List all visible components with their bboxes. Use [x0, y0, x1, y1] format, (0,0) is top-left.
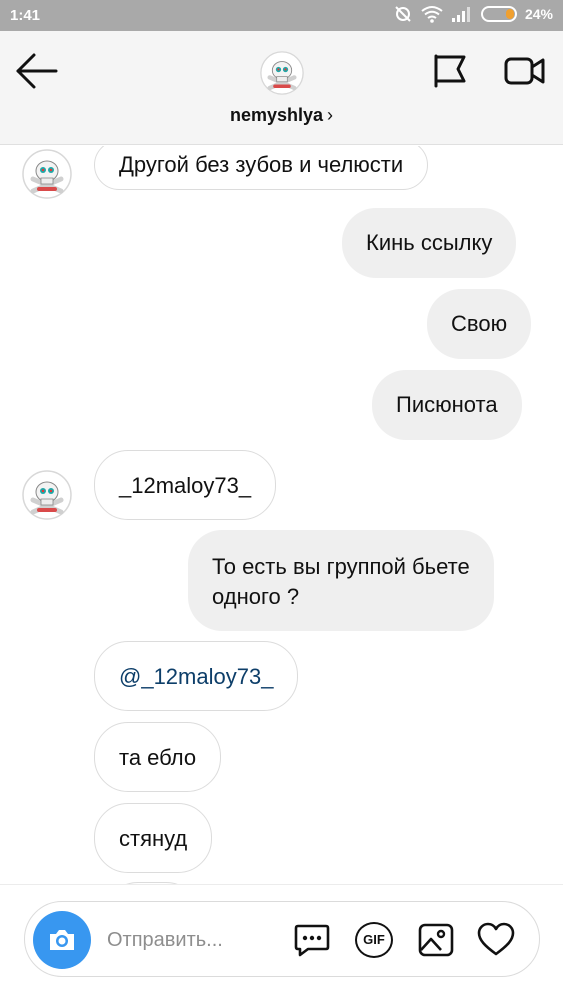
message-incoming[interactable]: стянуд — [94, 803, 213, 873]
message-text: стянуд — [119, 826, 188, 851]
message-incoming[interactable]: та ебло — [94, 722, 222, 792]
message-text-line: То есть вы группой бьете — [212, 554, 470, 579]
camera-button[interactable] — [33, 911, 91, 969]
message-incoming[interactable]: _12maloy73_ — [94, 450, 277, 520]
message-incoming[interactable]: Другой без зубов и челюсти — [94, 146, 429, 190]
signal-icon — [451, 7, 470, 22]
message-outgoing[interactable]: Писюнота — [372, 370, 522, 440]
message-composer: GIF — [24, 901, 540, 977]
username-text: nemyshlya — [229, 105, 324, 125]
message-text: _12maloy73_ — [119, 473, 252, 498]
message-input[interactable] — [107, 924, 287, 956]
heart-icon[interactable] — [477, 922, 515, 958]
flag-icon[interactable] — [432, 53, 468, 89]
chat-header: nemyshlya › — [0, 31, 563, 145]
status-icons: 24% — [393, 5, 553, 23]
sender-avatar[interactable] — [22, 470, 72, 520]
mention-link[interactable]: @_12maloy73_ — [119, 664, 273, 689]
battery-icon — [480, 6, 517, 22]
message-text: та ебло — [119, 745, 197, 770]
status-bar: 1:41 24% — [0, 0, 563, 31]
sender-avatar[interactable] — [22, 149, 72, 199]
message-text: Писюнота — [396, 392, 498, 417]
sticker-chat-icon[interactable] — [293, 922, 331, 958]
alarm-off-icon — [395, 6, 411, 22]
gif-label: GIF — [363, 932, 385, 947]
message-text: Другой без зубов и челюсти — [119, 152, 404, 177]
back-arrow-icon[interactable] — [14, 51, 60, 91]
message-text: Кинь ссылку — [366, 230, 493, 255]
chevron-right-icon: › — [327, 105, 334, 125]
camera-icon — [50, 930, 74, 950]
message-text-line: одного ? — [212, 584, 300, 609]
gif-icon[interactable]: GIF — [355, 922, 393, 958]
wifi-icon — [421, 6, 443, 23]
video-call-icon[interactable] — [504, 55, 546, 87]
message-outgoing[interactable]: Кинь ссылку — [342, 208, 517, 278]
message-outgoing[interactable]: То есть вы группой бьете одного ? — [188, 530, 494, 631]
message-text: Свою — [451, 311, 508, 336]
message-outgoing[interactable]: Свою — [427, 289, 532, 359]
battery-percent: 24% — [524, 6, 553, 22]
header-username[interactable]: nemyshlya › — [0, 105, 563, 126]
gallery-icon[interactable] — [417, 922, 455, 958]
status-time: 1:41 — [10, 7, 41, 24]
message-thread[interactable]: Другой без зубов и челюсти Кинь ссылку С… — [0, 146, 563, 884]
composer-area: GIF — [0, 884, 563, 1000]
header-avatar[interactable] — [260, 51, 304, 95]
message-incoming[interactable]: @_12maloy73_ — [94, 641, 299, 711]
